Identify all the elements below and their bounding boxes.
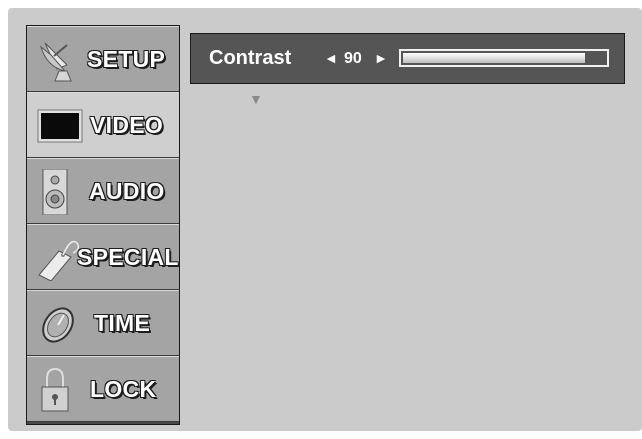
menu-label-audio: AUDIO <box>89 178 165 204</box>
down-arrow-icon[interactable]: ▼ <box>249 92 263 106</box>
contrast-level-fill <box>403 53 585 63</box>
menu-item-lock[interactable]: LOCK <box>27 356 179 422</box>
menu-label-special: SPECIAL <box>77 244 179 270</box>
menu-item-special[interactable]: SPECIAL <box>27 224 179 290</box>
contrast-level-slider[interactable] <box>399 49 609 67</box>
menu-label-setup: SETUP <box>87 46 166 72</box>
menu-label-lock: LOCK <box>90 376 157 402</box>
padlock-icon <box>41 367 69 412</box>
decrease-arrow-icon[interactable]: ◄ <box>324 34 338 83</box>
speaker-icon <box>42 169 68 215</box>
contrast-value: 90 <box>344 50 362 67</box>
menu-label-video: VIDEO <box>90 112 164 138</box>
contrast-label: Contrast <box>209 47 292 69</box>
contrast-adjust-bar[interactable]: Contrast ◄ 90 ► <box>190 33 625 84</box>
increase-arrow-icon[interactable]: ► <box>374 34 388 83</box>
menu-item-audio[interactable]: AUDIO <box>27 158 179 224</box>
tv-screen-icon <box>37 109 83 143</box>
satellite-dish-icon <box>40 42 72 82</box>
menu-item-video[interactable]: VIDEO <box>27 92 179 158</box>
main-menu: SETUP VIDEO AUDIO SPECIAL TIME LOCK <box>26 25 180 425</box>
clock-icon <box>42 307 74 343</box>
menu-item-time[interactable]: TIME <box>27 290 179 356</box>
menu-label-time: TIME <box>94 310 151 336</box>
menu-item-setup[interactable]: SETUP <box>27 26 179 92</box>
